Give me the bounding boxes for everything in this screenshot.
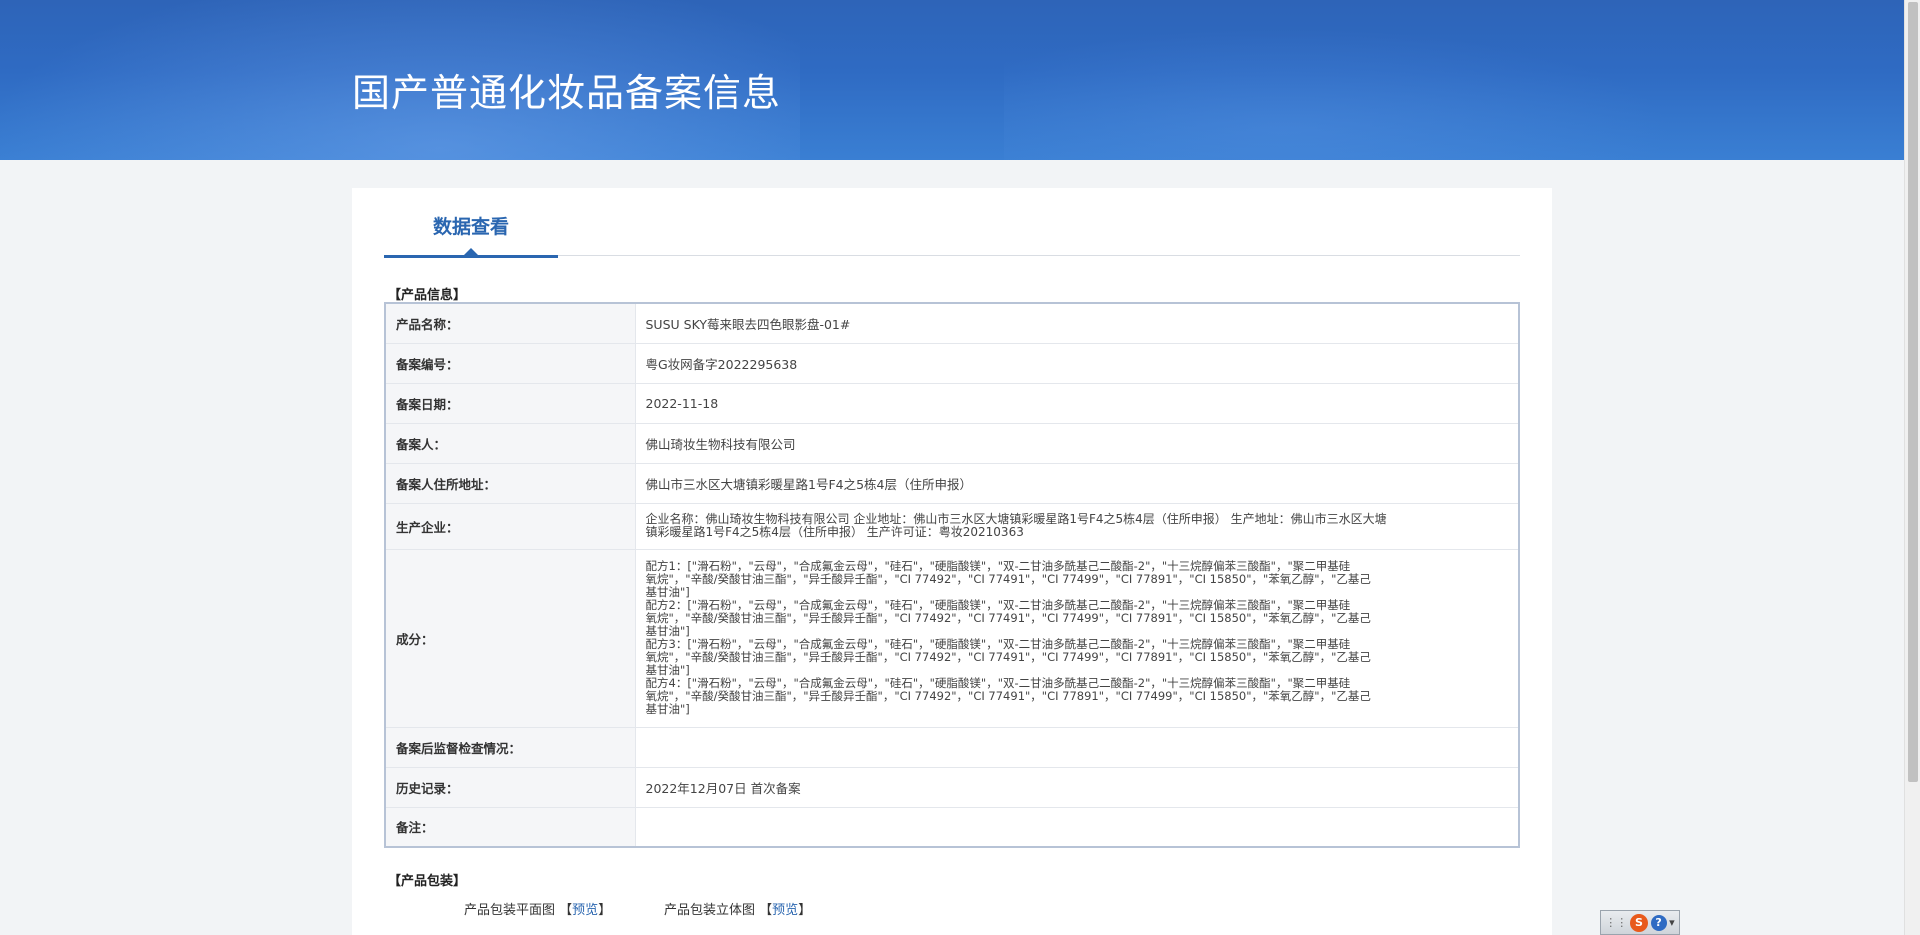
row-value-ingredients: 配方1：["滑石粉"，"云母"，"合成氟金云母"，"硅石"，"硬脂酸镁"，"双-…: [635, 549, 1519, 728]
table-row: 备案人住所地址： 佛山市三水区大塘镇彩暖星路1号F4之5栋4层（住所申报）: [385, 463, 1519, 504]
product-info-table: 产品名称： SUSU SKY莓来眼去四色眼影盘-01# 备案编号： 粤G妆网备字…: [384, 302, 1520, 848]
packaging-label: 产品包装立体图: [664, 903, 756, 918]
row-value-filing-number: 粤G妆网备字2022295638: [635, 343, 1519, 384]
table-row: 备案后监督检查情况：: [385, 727, 1519, 768]
packaging-item-3d: 产品包装立体图 【预览】: [664, 899, 811, 918]
bracket-close: 】: [798, 903, 812, 918]
chevron-down-icon[interactable]: ▾: [1669, 916, 1675, 929]
tab-underline: [384, 255, 558, 258]
row-value-filer: 佛山琦妆生物科技有限公司: [635, 423, 1519, 464]
row-value-product-name: SUSU SKY莓来眼去四色眼影盘-01#: [635, 303, 1519, 344]
grip-icon: ⋮⋮: [1605, 916, 1628, 929]
row-label-filer-address: 备案人住所地址：: [385, 463, 636, 504]
ingredient-line: 氧烷"，"辛酸/癸酸甘油三酯"，"异壬酸异壬酯"，"CI 77492"，"CI …: [645, 611, 1371, 625]
table-row: 生产企业： 企业名称：佛山琦妆生物科技有限公司 企业地址：佛山市三水区大塘镇彩暖…: [385, 503, 1519, 550]
header-banner: 国产普通化妆品备案信息: [0, 0, 1904, 160]
ime-logo-icon[interactable]: S: [1629, 913, 1648, 932]
table-row: 产品名称： SUSU SKY莓来眼去四色眼影盘-01#: [385, 303, 1519, 344]
row-label-manufacturer: 生产企业：: [385, 503, 636, 550]
ingredient-line: 氧烷"，"辛酸/癸酸甘油三酯"，"异壬酸异壬酯"，"CI 77492"，"CI …: [645, 572, 1371, 586]
ime-toolbar[interactable]: ⋮⋮ S ? ▾: [1600, 910, 1680, 935]
packaging-item-flat: 产品包装平面图 【预览】: [464, 899, 611, 918]
bracket-open: 【: [559, 903, 573, 918]
page-title: 国产普通化妆品备案信息: [352, 71, 782, 115]
preview-link[interactable]: 预览: [772, 903, 798, 918]
product-info-section-title: 【产品信息】: [388, 288, 467, 303]
table-row: 备案编号： 粤G妆网备字2022295638: [385, 343, 1519, 384]
row-label-filing-number: 备案编号：: [385, 343, 636, 384]
tab-caret-icon: [464, 248, 478, 255]
table-row: 备案人： 佛山琦妆生物科技有限公司: [385, 423, 1519, 464]
row-value-manufacturer: 企业名称：佛山琦妆生物科技有限公司 企业地址：佛山市三水区大塘镇彩暖星路1号F4…: [635, 503, 1519, 550]
row-value-remarks: [635, 807, 1519, 848]
vertical-scrollbar[interactable]: [1904, 0, 1920, 935]
row-value-inspection: [635, 727, 1519, 768]
row-value-history: 2022年12月07日 首次备案: [635, 767, 1519, 808]
row-label-history: 历史记录：: [385, 767, 636, 808]
table-row: 备案日期： 2022-11-18: [385, 383, 1519, 424]
help-icon[interactable]: ?: [1650, 914, 1667, 931]
table-row: 历史记录： 2022年12月07日 首次备案: [385, 767, 1519, 808]
preview-link[interactable]: 预览: [572, 903, 598, 918]
row-label-product-name: 产品名称：: [385, 303, 636, 344]
row-label-ingredients: 成分：: [385, 549, 636, 728]
scrollbar-thumb[interactable]: [1908, 2, 1918, 782]
packaging-section-title: 【产品包装】: [388, 874, 467, 889]
tab-label: 数据查看: [432, 216, 509, 238]
tab-data-view[interactable]: 数据查看: [384, 214, 558, 258]
bracket-close: 】: [598, 903, 612, 918]
row-label-inspection: 备案后监督检查情况：: [385, 727, 636, 768]
ingredient-line: 氧烷"，"辛酸/癸酸甘油三酯"，"异壬酸异壬酯"，"CI 77492"，"CI …: [645, 650, 1371, 664]
manufacturer-line: 镇彩暖星路1号F4之5栋4层（住所申报） 生产许可证：粤妆20210363: [645, 525, 1024, 539]
packaging-label: 产品包装平面图: [464, 903, 556, 918]
ingredient-line: 氧烷"，"辛酸/癸酸甘油三酯"，"异壬酸异壬酯"，"CI 77492"，"CI …: [645, 689, 1371, 703]
row-label-filing-date: 备案日期：: [385, 383, 636, 424]
row-label-filer: 备案人：: [385, 423, 636, 464]
row-value-filer-address: 佛山市三水区大塘镇彩暖星路1号F4之5栋4层（住所申报）: [635, 463, 1519, 504]
row-label-remarks: 备注：: [385, 807, 636, 848]
ingredient-line: 基甘油"]: [645, 702, 690, 716]
bracket-open: 【: [759, 903, 773, 918]
table-row: 成分： 配方1：["滑石粉"，"云母"，"合成氟金云母"，"硅石"，"硬脂酸镁"…: [385, 549, 1519, 728]
tab-bar: 数据查看: [384, 188, 1520, 258]
row-value-filing-date: 2022-11-18: [635, 383, 1519, 424]
content-card: 数据查看 【产品信息】 产品名称： SUSU SKY莓来眼去四色眼影盘-01# …: [352, 188, 1552, 935]
table-row: 备注：: [385, 807, 1519, 848]
